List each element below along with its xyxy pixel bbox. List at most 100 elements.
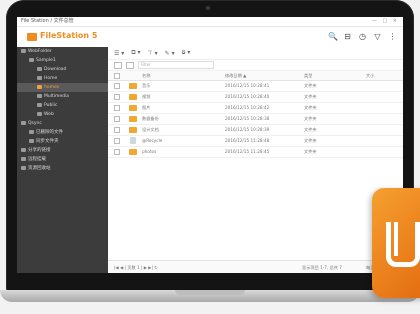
camera-icon — [206, 6, 210, 10]
sidebar-item[interactable]: 同步文件夹 — [17, 137, 108, 146]
sidebar-item[interactable]: 远程挂载 — [17, 155, 108, 164]
row-checkbox[interactable] — [114, 138, 120, 144]
upload-button[interactable]: ⊤ ▾ — [148, 50, 158, 57]
folder-icon — [37, 93, 42, 98]
row-name: 数据备份 — [142, 116, 159, 121]
clock-icon[interactable]: ◷ — [358, 32, 367, 41]
more-icon[interactable]: ⋮ — [388, 32, 397, 41]
column-header-type[interactable]: 类型 — [304, 71, 312, 80]
sidebar-item[interactable]: 资源回收站 — [17, 164, 108, 173]
table-row[interactable]: photos 2016/12/15 11:28:45 文件夹 — [108, 147, 403, 158]
folder-icon — [29, 129, 34, 134]
sidebar-item[interactable]: Download — [17, 65, 108, 74]
window-titlebar: File Station / 文件总管 — □ × — [17, 17, 403, 27]
row-checkbox[interactable] — [114, 94, 120, 100]
sidebar-item[interactable]: Sample1 — [17, 56, 108, 65]
view-mode-button[interactable]: ☰ ▾ — [114, 50, 124, 57]
select-toggle[interactable] — [114, 61, 122, 69]
filter-row: Filter — [108, 60, 403, 71]
folder-icon — [21, 165, 26, 170]
folder-icon — [129, 116, 137, 122]
qnap-logo-icon — [386, 222, 420, 267]
sidebar-item[interactable]: 分享的链接 — [17, 146, 108, 155]
app-name: FileStation 5 — [40, 31, 98, 40]
tools-button[interactable]: ✎ ▾ — [165, 50, 175, 57]
row-name: photos — [142, 149, 157, 154]
folder-icon — [21, 48, 26, 53]
share-button[interactable]: ⧇ ▾ — [182, 49, 191, 57]
row-date: 2016/12/15 10:28:42 — [225, 105, 270, 110]
table-row[interactable]: 视频 2016/12/15 10:28:40 文件夹 — [108, 92, 403, 103]
sidebar: WebFolder Sample1 Download Home homes Multime… — [17, 47, 108, 273]
table-row[interactable]: 数据备份 2016/12/15 10:28:38 文件夹 — [108, 114, 403, 125]
status-footer: |◀ ◀ | 页数 1 | ▶ ▶| ↻ 显示项目 1-7, 总共 7 每页 5… — [108, 260, 403, 273]
folder-icon — [129, 94, 137, 100]
folder-icon — [129, 83, 137, 89]
table-row[interactable]: 音乐 2016/12/15 10:28:41 文件夹 — [108, 81, 403, 92]
row-checkbox[interactable] — [114, 116, 120, 122]
sidebar-item[interactable]: homes — [17, 83, 108, 92]
row-date: 2016/12/15 10:28:41 — [225, 83, 270, 88]
sidebar-item[interactable]: 已删除的文件 — [17, 128, 108, 137]
filter-input[interactable]: Filter — [138, 61, 214, 69]
row-name: @Recycle — [142, 138, 163, 143]
sidebar-item-label: Multimedia — [44, 94, 70, 99]
row-checkbox[interactable] — [114, 127, 120, 133]
window-controls[interactable]: — □ × — [372, 17, 399, 26]
sidebar-item-label: 资源回收站 — [28, 166, 51, 171]
app-promo-badge — [372, 188, 420, 298]
table-row[interactable]: @Recycle 2016/12/15 11:28:48 文件夹 — [108, 136, 403, 147]
sidebar-item-label: 分享的链接 — [28, 148, 51, 153]
row-name: 音乐 — [142, 83, 151, 88]
table-body: 音乐 2016/12/15 10:28:41 文件夹 视频 2016/12/15 10:… — [108, 81, 403, 158]
row-type: 文件夹 — [304, 83, 317, 88]
row-name: 视频 — [142, 94, 151, 99]
folder-icon — [129, 105, 137, 111]
folder-icon — [21, 156, 26, 161]
sidebar-item-label: Web — [44, 112, 54, 117]
main-pane: ☰ ▾ ⧉ ▾ ⊤ ▾ ✎ ▾ ⧇ ▾ Filter 名称 修改日期 ▲ 类型 … — [108, 47, 403, 273]
table-row[interactable]: 图片 2016/12/15 10:28:42 文件夹 — [108, 103, 403, 114]
sidebar-item-label: 同步文件夹 — [36, 139, 59, 144]
row-type: 文件夹 — [304, 127, 317, 132]
row-date: 2016/12/15 10:28:38 — [225, 116, 270, 121]
sidebar-item-label: Qsync — [28, 121, 42, 126]
scene: File Station / 文件总管 — □ × FileStation 5 … — [0, 0, 420, 314]
table-row[interactable]: 设计文档 2016/12/15 10:28:39 文件夹 — [108, 125, 403, 136]
storage-icon[interactable]: ⊟ — [343, 32, 352, 41]
folder-icon — [21, 120, 26, 125]
folder-icon — [129, 127, 137, 133]
sidebar-item-label: Home — [44, 76, 58, 81]
row-type: 文件夹 — [304, 94, 317, 99]
folder-icon — [37, 66, 42, 71]
folder-icon — [37, 75, 42, 80]
row-checkbox[interactable] — [114, 105, 120, 111]
select-all-checkbox[interactable] — [114, 73, 120, 79]
sidebar-item[interactable]: Web — [17, 110, 108, 119]
laptop-base-notch — [175, 290, 245, 295]
table-header: 名称 修改日期 ▲ 类型 大小 — [108, 71, 403, 81]
pagination[interactable]: |◀ ◀ | 页数 1 | ▶ ▶| ↻ — [114, 263, 158, 272]
column-header-name[interactable]: 名称 — [142, 71, 150, 80]
filter-icon[interactable]: ▽ — [373, 32, 382, 41]
search-icon[interactable]: 🔍 — [328, 32, 338, 41]
row-checkbox[interactable] — [114, 149, 120, 155]
sidebar-item[interactable]: Multimedia — [17, 92, 108, 101]
sidebar-item[interactable]: Public — [17, 101, 108, 110]
row-type: 文件夹 — [304, 138, 317, 143]
row-checkbox[interactable] — [114, 83, 120, 89]
file-icon — [130, 137, 136, 144]
sidebar-item[interactable]: Home — [17, 74, 108, 83]
folder-icon — [37, 111, 42, 116]
sidebar-item-label: 已删除的文件 — [36, 130, 63, 135]
copy-button[interactable]: ⧉ ▾ — [131, 49, 140, 57]
window-title: File Station / 文件总管 — [21, 18, 74, 24]
filestation-logo-icon — [27, 33, 37, 41]
sidebar-item[interactable]: Qsync — [17, 119, 108, 128]
view-toggle[interactable] — [126, 61, 134, 69]
column-header-size[interactable]: 大小 — [366, 71, 374, 80]
sidebar-item[interactable]: WebFolder — [17, 47, 108, 56]
column-header-date[interactable]: 修改日期 ▲ — [225, 71, 246, 80]
folder-icon — [37, 102, 42, 107]
sidebar-item-label: Sample1 — [36, 58, 56, 63]
